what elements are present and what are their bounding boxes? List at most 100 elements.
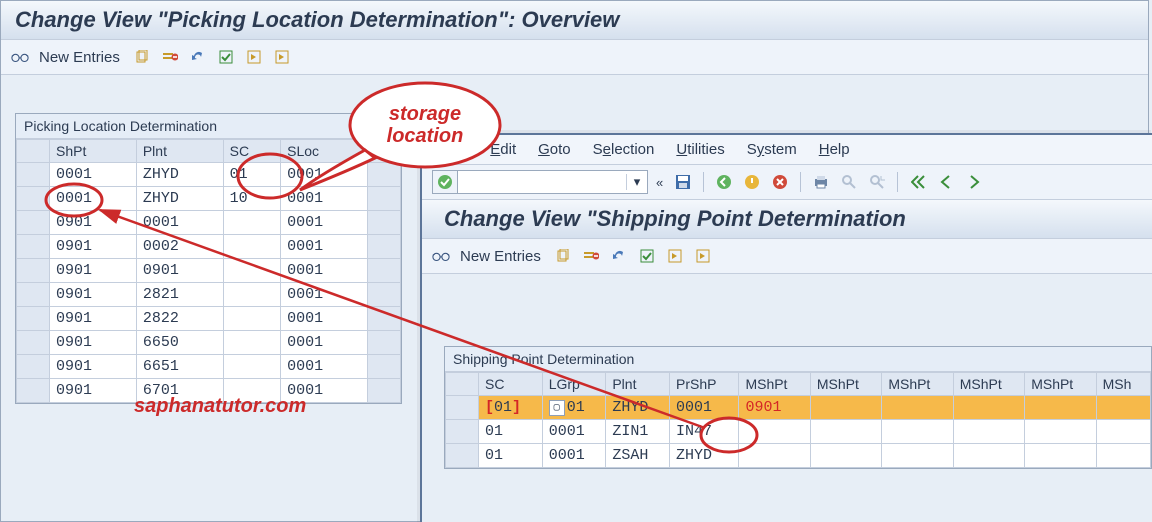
select-all-icon[interactable] <box>635 245 659 267</box>
col-plnt[interactable]: Plnt <box>606 373 670 396</box>
cell-prshp[interactable]: ZHYD <box>670 444 739 468</box>
cell-mshpt[interactable] <box>953 444 1024 468</box>
table-row[interactable]: 010001ZSAHZHYD <box>446 444 1151 468</box>
row-selector[interactable] <box>17 379 50 403</box>
row-selector[interactable] <box>446 396 479 420</box>
cell-shpt[interactable]: 0001 <box>50 187 137 211</box>
col-lgrp[interactable]: LGrp <box>542 373 606 396</box>
cell-shpt[interactable]: 0901 <box>50 307 137 331</box>
cell-shpt[interactable]: 0001 <box>50 163 137 187</box>
new-entries-button[interactable]: New Entries <box>39 49 120 66</box>
cell-sc[interactable] <box>223 235 280 259</box>
cell-sc[interactable] <box>223 355 280 379</box>
back-icon[interactable] <box>712 171 736 193</box>
delete-row-icon[interactable] <box>579 245 603 267</box>
menu-selection[interactable]: Selection <box>593 141 655 158</box>
deselect-all-icon[interactable] <box>242 46 266 68</box>
cell-lgrp[interactable]: ▢01 <box>542 396 606 420</box>
copy-icon[interactable] <box>551 245 575 267</box>
menu-goto[interactable]: Goto <box>538 141 571 158</box>
table-row[interactable]: 09010901 0001 <box>17 259 401 283</box>
shipping-point-table[interactable]: SC LGrp Plnt PrShP MShPt MShPt MShPt MSh… <box>445 372 1151 468</box>
col-shpt[interactable]: ShPt <box>50 140 137 163</box>
cell-plnt[interactable]: 0001 <box>136 211 223 235</box>
col-mshpt[interactable]: MShPt <box>882 373 953 396</box>
glasses-icon[interactable] <box>432 247 450 265</box>
cell-prshp[interactable]: 0001 <box>670 396 739 420</box>
cell-plnt[interactable]: ZHYD <box>606 396 670 420</box>
cell-sloc[interactable]: 0001 <box>281 259 368 283</box>
deselect-all-icon[interactable] <box>663 245 687 267</box>
value-help-icon[interactable]: ▢ <box>549 400 565 416</box>
cell-mshpt[interactable]: 0901 <box>739 396 810 420</box>
cell-sc[interactable]: 10 <box>223 187 280 211</box>
cell-mshpt[interactable] <box>882 420 953 444</box>
col-sloc[interactable]: SLoc <box>281 140 368 163</box>
menu-utilities[interactable]: Utilities <box>676 141 724 158</box>
cell-sloc[interactable]: 0001 <box>281 331 368 355</box>
col-mshpt[interactable]: MShPt <box>810 373 881 396</box>
command-field[interactable]: ▾ <box>432 170 648 194</box>
row-selector[interactable] <box>446 444 479 468</box>
cell-shpt[interactable]: 0901 <box>50 259 137 283</box>
col-mshpt[interactable]: MShPt <box>1025 373 1096 396</box>
picking-location-table[interactable]: ShPt Plnt SC SLoc 0001ZHYD0100010001ZHYD… <box>16 139 401 403</box>
cell-plnt[interactable]: 2821 <box>136 283 223 307</box>
cell-mshpt[interactable] <box>810 420 881 444</box>
row-selector[interactable] <box>17 331 50 355</box>
col-mshpt[interactable]: MSh <box>1096 373 1150 396</box>
cell-sc[interactable]: 01 <box>479 420 543 444</box>
cell-sc[interactable]: 01 <box>479 444 543 468</box>
cell-mshpt[interactable] <box>1096 444 1150 468</box>
cell-sloc[interactable]: 0001 <box>281 307 368 331</box>
col-plnt[interactable]: Plnt <box>136 140 223 163</box>
save-icon[interactable] <box>671 171 695 193</box>
cell-prshp[interactable]: IN47 <box>670 420 739 444</box>
cell-mshpt[interactable] <box>1096 420 1150 444</box>
row-selector[interactable] <box>446 420 479 444</box>
cell-shpt[interactable]: 0901 <box>50 211 137 235</box>
row-selector[interactable] <box>17 211 50 235</box>
cell-plnt[interactable]: 0901 <box>136 259 223 283</box>
cell-shpt[interactable]: 0901 <box>50 331 137 355</box>
cell-mshpt[interactable] <box>882 396 953 420</box>
menu-system[interactable]: System <box>747 141 797 158</box>
cell-plnt[interactable]: ZHYD <box>136 187 223 211</box>
menu-edit[interactable]: Edit <box>490 141 516 158</box>
cell-mshpt[interactable] <box>1025 420 1096 444</box>
menu-help[interactable]: Help <box>819 141 850 158</box>
delete-row-icon[interactable] <box>158 46 182 68</box>
undo-icon[interactable] <box>607 245 631 267</box>
first-page-icon[interactable] <box>906 171 930 193</box>
table-row[interactable]: 010001ZIN1IN47 <box>446 420 1151 444</box>
cell-plnt[interactable]: 6651 <box>136 355 223 379</box>
command-input[interactable] <box>458 172 626 192</box>
table-row[interactable]: 0001ZHYD010001 <box>17 163 401 187</box>
cell-sc[interactable]: 01 <box>223 163 280 187</box>
cell-shpt[interactable]: 0901 <box>50 283 137 307</box>
cell-mshpt[interactable] <box>953 396 1024 420</box>
row-selector[interactable] <box>17 163 50 187</box>
cell-sloc[interactable]: 0001 <box>281 235 368 259</box>
print-icon[interactable] <box>809 171 833 193</box>
cell-lgrp[interactable]: 0001 <box>542 420 606 444</box>
next-page-icon[interactable] <box>962 171 986 193</box>
find-next-icon[interactable] <box>865 171 889 193</box>
enter-icon[interactable] <box>433 171 458 193</box>
row-selector[interactable] <box>17 355 50 379</box>
cell-sc[interactable] <box>223 307 280 331</box>
config-icon[interactable] <box>270 46 294 68</box>
table-row[interactable]: 0001ZHYD100001 <box>17 187 401 211</box>
cell-shpt[interactable]: 0901 <box>50 235 137 259</box>
cell-mshpt[interactable] <box>1025 444 1096 468</box>
prev-page-icon[interactable] <box>934 171 958 193</box>
copy-icon[interactable] <box>130 46 154 68</box>
cell-shpt[interactable]: 0901 <box>50 379 137 403</box>
cell-plnt[interactable]: 6650 <box>136 331 223 355</box>
cell-sloc[interactable]: 0001 <box>281 211 368 235</box>
cell-lgrp[interactable]: 0001 <box>542 444 606 468</box>
cell-sloc[interactable]: 0001 <box>281 283 368 307</box>
exit-icon[interactable] <box>740 171 764 193</box>
history-back-icon[interactable]: « <box>656 175 663 190</box>
cell-sloc[interactable]: 0001 <box>281 187 368 211</box>
